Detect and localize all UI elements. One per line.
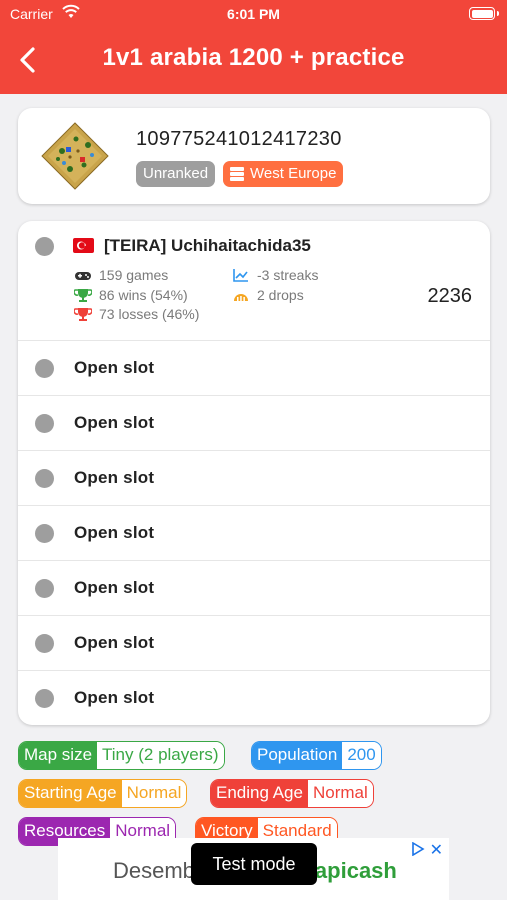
ending-age-label: Ending Age (211, 780, 308, 807)
slot-color-dot (35, 634, 54, 653)
clock: 6:01 PM (227, 6, 280, 22)
population-value: 200 (342, 742, 381, 769)
players-card: [TEIRA] Uchihaitachida35 159 games 86 wi… (18, 221, 490, 725)
open-slot-label: Open slot (74, 358, 155, 377)
drops-count: 2 drops (257, 287, 304, 303)
open-slot-label: Open slot (74, 578, 155, 597)
map-size-value: Tiny (2 players) (97, 742, 224, 769)
ad-brand: apicash (314, 858, 397, 883)
map-size-tag: Map size Tiny (2 players) (18, 741, 225, 770)
trophy-icon (74, 289, 92, 302)
open-slot[interactable]: Open slot (18, 395, 490, 450)
battery-icon (469, 7, 499, 20)
slot-color-dot (35, 469, 54, 488)
server-badge: West Europe (223, 161, 344, 187)
ad-text-start: Desemb (113, 858, 195, 883)
ending-age-value: Normal (307, 780, 373, 807)
arabia-map-icon (40, 121, 110, 191)
open-slot[interactable]: Open slot (18, 615, 490, 670)
player-color-dot (35, 237, 54, 256)
slot-color-dot (35, 689, 54, 708)
starting-age-tag: Starting Age Normal (18, 779, 188, 808)
open-slot[interactable]: Open slot (18, 340, 490, 395)
drops-icon (234, 294, 248, 301)
server-icon (230, 167, 244, 181)
page-title: 1v1 arabia 1200 + practice (102, 44, 405, 71)
test-mode-label: Test mode (191, 843, 317, 885)
trending-chart-icon (233, 269, 248, 282)
player-name: [TEIRA] Uchihaitachida35 (104, 236, 311, 255)
open-slot-label: Open slot (74, 468, 155, 487)
slot-color-dot (35, 359, 54, 378)
starting-age-value: Normal (121, 780, 187, 807)
trophy-loss-icon (74, 308, 92, 321)
open-slot-label: Open slot (74, 688, 155, 707)
match-id: 109775241012417230 (136, 128, 342, 150)
population-tag: Population 200 (251, 741, 382, 770)
starting-age-label: Starting Age (19, 780, 122, 807)
turkey-flag-icon (73, 238, 94, 253)
app-header: Carrier 6:01 PM 1v1 arabia 1200 + practi… (0, 0, 507, 94)
ending-age-tag: Ending Age Normal (210, 779, 374, 808)
open-slot-label: Open slot (74, 523, 155, 542)
streaks-count: -3 streaks (257, 267, 319, 283)
slot-color-dot (35, 414, 54, 433)
open-slot[interactable]: Open slot (18, 450, 490, 505)
population-label: Population (252, 742, 343, 769)
open-slot[interactable]: Open slot (18, 670, 490, 725)
ranked-badge: Unranked (136, 161, 216, 187)
open-slot[interactable]: Open slot (18, 560, 490, 615)
ad-choices-icon[interactable] (411, 842, 425, 856)
match-info-card: 109775241012417230 Unranked West Europe (18, 108, 490, 204)
player-row[interactable]: [TEIRA] Uchihaitachida35 159 games 86 wi… (18, 221, 490, 341)
slot-color-dot (35, 579, 54, 598)
wins-count: 86 wins (54%) (99, 287, 188, 303)
gamepad-icon (75, 272, 91, 280)
ad-close-icon[interactable]: ✕ (430, 840, 443, 860)
status-bar: Carrier 6:01 PM (0, 4, 507, 26)
player-rating: 2236 (427, 285, 473, 307)
map-size-label: Map size (19, 742, 98, 769)
games-count: 159 games (99, 267, 169, 283)
losses-count: 73 losses (46%) (99, 306, 200, 322)
slot-color-dot (35, 524, 54, 543)
open-slot-label: Open slot (74, 413, 155, 432)
server-label: West Europe (250, 165, 337, 182)
open-slot[interactable]: Open slot (18, 505, 490, 560)
open-slot-label: Open slot (74, 633, 155, 652)
